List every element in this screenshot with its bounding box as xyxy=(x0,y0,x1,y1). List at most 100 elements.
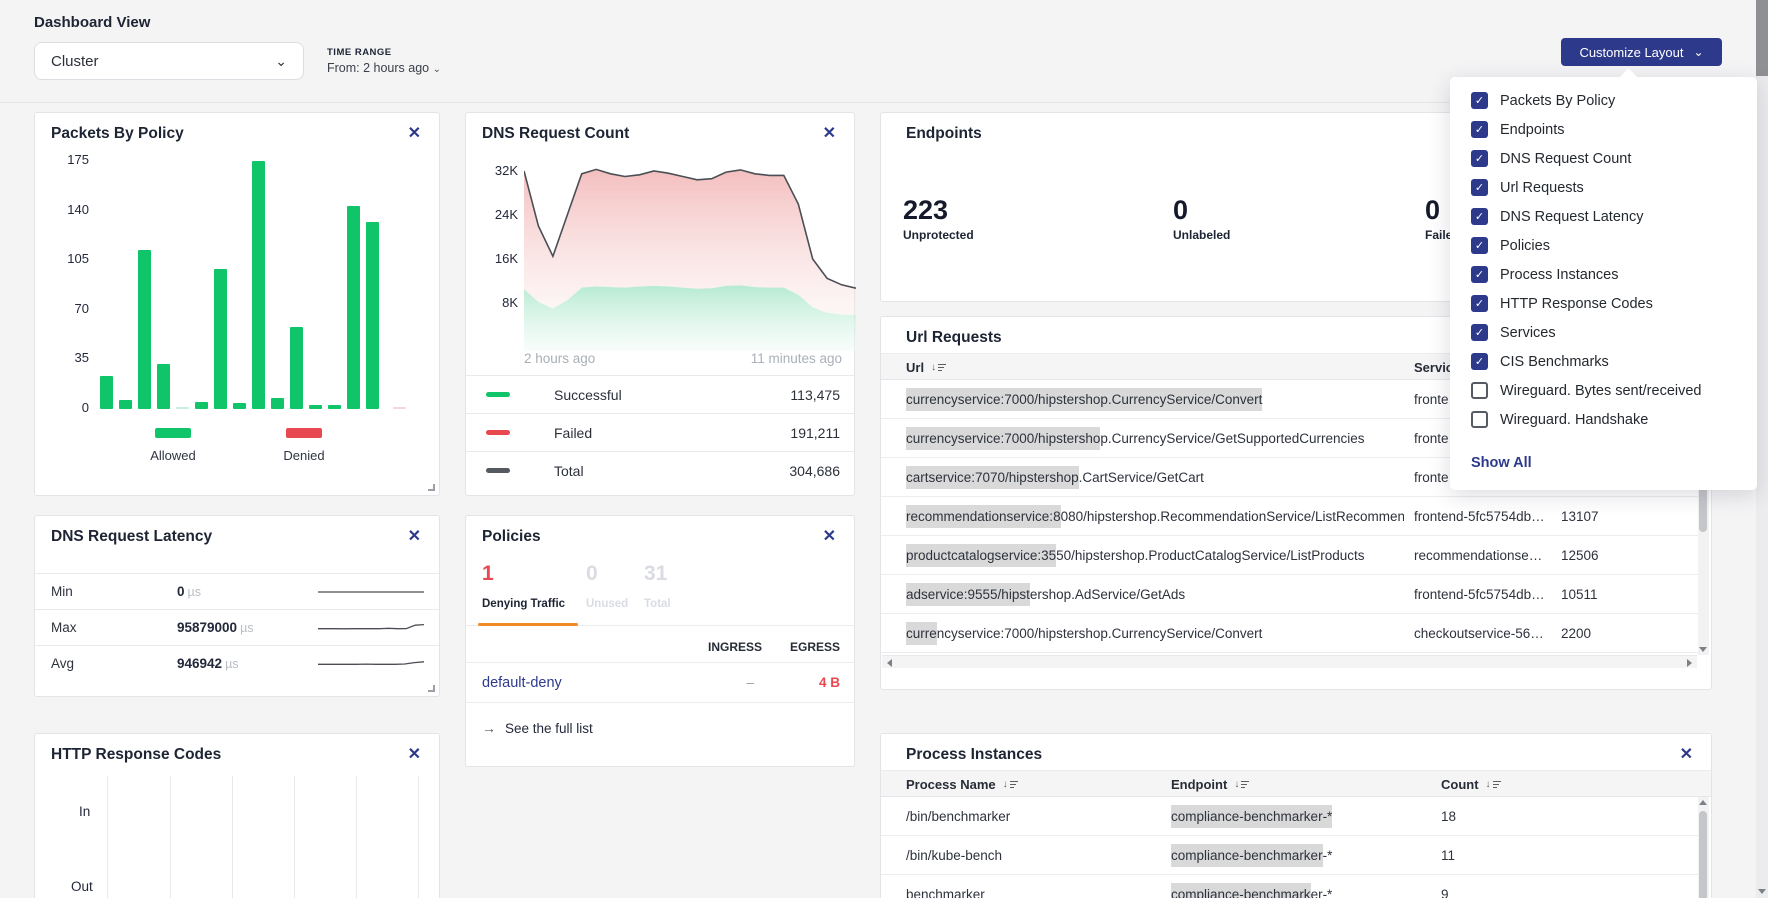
scrollbar-thumb[interactable] xyxy=(1699,811,1707,898)
close-icon[interactable]: ✕ xyxy=(823,123,836,143)
scroll-down-icon[interactable] xyxy=(1758,889,1766,894)
checkbox-checked-icon[interactable]: ✓ xyxy=(1471,92,1488,109)
sort-icon: ↓ xyxy=(931,363,946,373)
window-scrollbar[interactable] xyxy=(1756,0,1768,898)
menu-item-label: CIS Benchmarks xyxy=(1500,354,1609,370)
allowed-bar xyxy=(252,161,265,409)
table-row[interactable]: productcatalogservice:3550/hipstershop.P… xyxy=(881,536,1699,575)
scroll-left-icon[interactable] xyxy=(887,659,892,667)
close-icon[interactable]: ✕ xyxy=(408,744,421,764)
checkbox-checked-icon[interactable]: ✓ xyxy=(1471,179,1488,196)
card-packets-by-policy: Packets By Policy ✕ Allowed Denied 17514… xyxy=(34,112,440,496)
time-range-value[interactable]: From: 2 hours ago ⌄ xyxy=(327,61,441,75)
allowed-bar xyxy=(309,405,322,409)
close-icon[interactable]: ✕ xyxy=(1680,744,1693,764)
menu-item[interactable]: ✓Services xyxy=(1471,324,1737,341)
menu-item[interactable]: ✓Process Instances xyxy=(1471,266,1737,283)
table-row[interactable]: adservice:9555/hipstershop.AdService/Get… xyxy=(881,575,1699,614)
menu-item[interactable]: Wireguard. Handshake xyxy=(1471,411,1737,428)
yaxis-tick: 175 xyxy=(53,152,89,167)
column-header-endpoint[interactable]: Endpoint ↓ xyxy=(1171,771,1249,798)
table-row[interactable]: benchmarkercompliance-benchmarker-*9 xyxy=(881,875,1699,898)
service-cell: recommendationse… xyxy=(1414,536,1552,575)
checkbox-checked-icon[interactable]: ✓ xyxy=(1471,121,1488,138)
yaxis-label-in: In xyxy=(79,804,90,819)
highlighted-text: currencyservice:7000/hipstersho xyxy=(906,427,1100,450)
legend-value: 113,475 xyxy=(790,387,840,403)
table-row[interactable]: /bin/benchmarkercompliance-benchmarker-*… xyxy=(881,797,1699,836)
yaxis-tick: 35 xyxy=(53,350,89,365)
checkbox-checked-icon[interactable]: ✓ xyxy=(1471,266,1488,283)
dns-legend: Successful 113,475 Failed 191,211 Total … xyxy=(466,375,854,489)
card-title: DNS Request Latency xyxy=(51,528,212,546)
checkbox-checked-icon[interactable]: ✓ xyxy=(1471,237,1488,254)
resize-handle[interactable] xyxy=(428,484,435,491)
allowed-bar xyxy=(157,364,170,409)
close-icon[interactable]: ✕ xyxy=(823,526,836,546)
endpoint-cell: compliance-benchmarker-* xyxy=(1171,875,1426,898)
checkbox-unchecked-icon[interactable] xyxy=(1471,411,1488,428)
checkbox-checked-icon[interactable]: ✓ xyxy=(1471,150,1488,167)
tab-total[interactable]: Total xyxy=(644,598,671,610)
highlighted-text: compliance-benchmarker xyxy=(1171,844,1323,867)
packets-chart-plot xyxy=(99,161,435,409)
menu-item[interactable]: ✓Endpoints xyxy=(1471,121,1737,138)
allowed-bar xyxy=(271,398,284,409)
customize-layout-button[interactable]: Customize Layout ⌄ xyxy=(1561,38,1722,66)
url-cell: cartservice:7070/hipstershop.CartService… xyxy=(906,458,1404,497)
menu-item[interactable]: ✓ CIS Benchmarks xyxy=(1471,353,1737,370)
scroll-down-icon[interactable] xyxy=(1699,647,1707,652)
highlighted-text: currencyservice:7000/hipstershop.Currenc… xyxy=(906,388,1262,411)
column-header-process-name[interactable]: Process Name ↓ xyxy=(906,771,1018,798)
latency-row-max: Max 95879000µs xyxy=(35,609,439,645)
yaxis-label-out: Out xyxy=(71,879,93,894)
column-header-url[interactable]: Url ↓ xyxy=(906,354,946,381)
customize-layout-label: Customize Layout xyxy=(1579,45,1683,60)
checkbox-checked-icon[interactable]: ✓ xyxy=(1471,324,1488,341)
xaxis-end-label: 11 minutes ago xyxy=(751,351,842,366)
policy-link[interactable]: default-deny xyxy=(482,663,562,703)
xaxis-start-label: 2 hours ago xyxy=(524,351,595,366)
checkbox-unchecked-icon[interactable] xyxy=(1471,382,1488,399)
close-icon[interactable]: ✕ xyxy=(408,123,421,143)
scroll-up-icon[interactable] xyxy=(1699,800,1707,805)
card-http-response-codes: HTTP Response Codes ✕ In Out xyxy=(34,733,440,898)
sort-icon: ↓ xyxy=(1234,780,1249,790)
latency-value: 0 xyxy=(177,584,185,599)
see-full-list-link[interactable]: → See the full list xyxy=(482,720,593,736)
latency-value: 946942 xyxy=(177,656,222,671)
resize-handle[interactable] xyxy=(428,685,435,692)
horizontal-scrollbar[interactable] xyxy=(882,655,1697,668)
show-all-link[interactable]: Show All xyxy=(1471,455,1532,471)
menu-item-label: DNS Request Count xyxy=(1500,151,1631,167)
policy-row: default-deny – 4 B xyxy=(466,663,854,703)
checkbox-checked-icon[interactable]: ✓ xyxy=(1471,353,1488,370)
allowed-bar xyxy=(233,403,246,409)
menu-item[interactable]: ✓Packets By Policy xyxy=(1471,92,1737,109)
view-select[interactable]: Cluster ⌄ xyxy=(34,42,304,80)
table-row[interactable]: recommendationservice:8080/hipstershop.R… xyxy=(881,497,1699,536)
stat-unlabeled: 0 Unlabeled xyxy=(1173,195,1230,242)
vertical-scrollbar[interactable] xyxy=(1698,797,1709,898)
gridline xyxy=(232,776,233,898)
table-row[interactable]: currencyservice:7000/hipstershop.Currenc… xyxy=(881,614,1699,653)
count-cell: 2200 xyxy=(1561,614,1671,653)
column-header-count[interactable]: Count ↓ xyxy=(1441,771,1501,798)
menu-item-label: Policies xyxy=(1500,238,1550,254)
close-icon[interactable]: ✕ xyxy=(408,526,421,546)
menu-item[interactable]: ✓DNS Request Latency xyxy=(1471,208,1737,225)
checkbox-checked-icon[interactable]: ✓ xyxy=(1471,208,1488,225)
checkbox-checked-icon[interactable]: ✓ xyxy=(1471,295,1488,312)
menu-item[interactable]: ✓HTTP Response Codes xyxy=(1471,295,1737,312)
tab-unused[interactable]: Unused xyxy=(586,598,628,610)
menu-item[interactable]: ✓ Policies xyxy=(1471,237,1737,254)
total-swatch-icon xyxy=(486,468,510,473)
menu-item[interactable]: Wireguard. Bytes sent/received xyxy=(1471,382,1737,399)
menu-item[interactable]: ✓ DNS Request Count xyxy=(1471,150,1737,167)
scrollbar-thumb[interactable] xyxy=(1756,0,1768,76)
menu-item[interactable]: ✓Url Requests xyxy=(1471,179,1737,196)
table-row[interactable]: /bin/kube-benchcompliance-benchmarker-*1… xyxy=(881,836,1699,875)
scroll-right-icon[interactable] xyxy=(1687,659,1692,667)
tab-denying-traffic[interactable]: Denying Traffic xyxy=(482,598,565,610)
yaxis-tick: 0 xyxy=(53,400,89,415)
